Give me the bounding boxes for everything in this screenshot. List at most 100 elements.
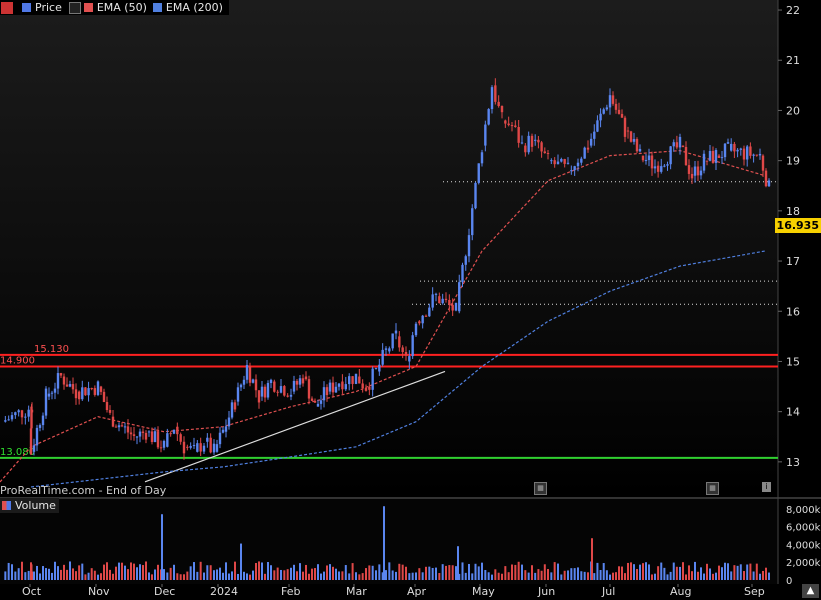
volume-bar — [293, 564, 295, 580]
y-tick-label: 14 — [786, 406, 800, 419]
volume-bar — [573, 568, 576, 580]
menu-icon[interactable] — [68, 1, 81, 14]
volume-bar — [507, 572, 510, 580]
volume-bar — [371, 565, 374, 580]
candle-body — [693, 166, 697, 176]
candle-body — [273, 381, 276, 392]
volume-bar — [666, 574, 669, 580]
candle-body — [17, 410, 20, 413]
volume-bar — [206, 565, 209, 580]
volume-bar — [612, 572, 614, 580]
volume-bar — [66, 569, 68, 580]
candle-body — [404, 352, 408, 356]
volume-bar — [580, 571, 583, 580]
candle-body — [438, 296, 441, 304]
scroll-up-button[interactable]: ▲ — [802, 584, 819, 598]
candle-body — [589, 138, 593, 146]
volume-bar — [494, 569, 497, 580]
volume-bar — [679, 566, 681, 580]
price-chart: 15.13014.900 13.080 13 14 15 16 17 18 19 20 21 22 O… — [0, 0, 821, 598]
volume-bar — [557, 563, 559, 580]
candle-body — [398, 336, 401, 348]
price-swatch — [22, 3, 31, 12]
volume-bar — [151, 574, 153, 580]
candle-body — [434, 293, 438, 295]
volume-bar — [36, 565, 38, 580]
candle-body — [74, 389, 78, 399]
volume-bar — [100, 573, 102, 580]
candle-body — [192, 445, 196, 447]
candle-body — [257, 390, 261, 403]
volume-legend: Volume — [0, 498, 59, 513]
volume-bar — [688, 565, 690, 580]
legend-close-button[interactable] — [0, 1, 16, 14]
y-tick-label: 19 — [786, 155, 800, 168]
candle-body — [105, 402, 109, 411]
x-tick-label: Feb — [281, 585, 300, 598]
volume-bar — [602, 563, 605, 580]
volume-bar — [682, 562, 684, 580]
candle-body — [477, 163, 480, 183]
volume-bar — [142, 565, 144, 580]
legend-price[interactable]: Price — [22, 1, 62, 14]
volume-bar — [477, 566, 480, 580]
volume-bar — [527, 572, 530, 580]
candle-body — [156, 431, 160, 448]
volume-bar — [746, 564, 749, 580]
volume-bar — [121, 562, 123, 580]
legend-ema200[interactable]: EMA (200) — [152, 1, 223, 14]
volume-bar — [103, 564, 105, 580]
candle-body — [102, 391, 106, 403]
candle-body — [328, 382, 332, 392]
candle-body — [322, 387, 326, 401]
candle-body — [444, 298, 448, 300]
volume-bar — [593, 573, 596, 580]
candle-body — [461, 264, 464, 283]
candle-body — [736, 149, 739, 152]
candle-body — [120, 425, 124, 427]
candle-body — [720, 157, 724, 159]
volume-bar — [273, 570, 276, 580]
volume-bar — [388, 562, 391, 580]
candle-body — [573, 166, 576, 171]
candle-body — [599, 113, 602, 121]
candle-body — [62, 376, 66, 385]
candle-body — [626, 130, 630, 132]
volume-bar — [553, 562, 556, 580]
volume-bar — [335, 568, 337, 580]
volume-bar — [739, 564, 742, 580]
volume-bar — [609, 574, 611, 580]
volume-bar — [651, 574, 653, 580]
candle-body — [71, 384, 75, 390]
volume-bar — [355, 572, 357, 580]
volume-bar — [163, 569, 165, 580]
volume-bar — [133, 563, 135, 580]
candle-body — [53, 388, 57, 393]
legend-ema50[interactable]: EMA (50) — [68, 1, 147, 14]
volume-bar — [323, 571, 325, 580]
volume-bar — [685, 574, 687, 580]
candle-body — [494, 85, 497, 102]
calendar-icon[interactable]: ▦ — [534, 482, 547, 495]
close-icon[interactable] — [1, 1, 13, 14]
volume-bar — [540, 570, 543, 580]
volume-bar — [697, 571, 699, 580]
volume-bar — [169, 567, 172, 580]
candle-body — [566, 162, 570, 164]
candle-body — [530, 135, 534, 147]
calendar-icon[interactable]: ▦ — [706, 482, 719, 495]
candle-body — [313, 400, 317, 403]
candle-body — [81, 387, 84, 400]
x-tick-label: May — [472, 585, 495, 598]
volume-bar — [455, 566, 457, 580]
volume-bar — [234, 561, 236, 580]
candle-body — [660, 166, 663, 172]
candle-body — [570, 170, 573, 172]
volume-bar — [361, 573, 364, 580]
volume-bar — [231, 571, 233, 580]
candle-body — [199, 443, 202, 452]
volume-bar — [517, 561, 520, 580]
info-icon[interactable]: i — [762, 482, 771, 492]
candle-body — [358, 376, 361, 384]
candle-body — [490, 87, 494, 110]
